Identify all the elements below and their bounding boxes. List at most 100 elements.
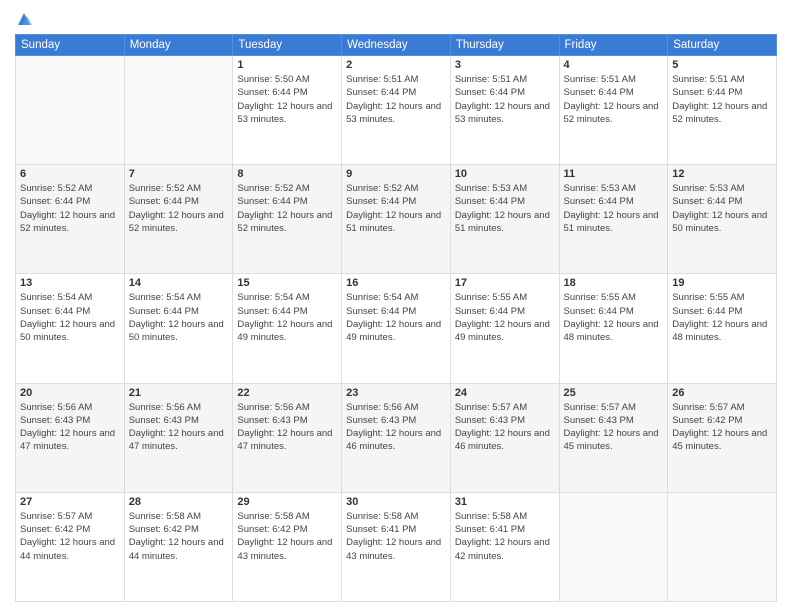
day-info: Sunrise: 5:56 AMSunset: 6:43 PMDaylight:… bbox=[129, 401, 229, 454]
calendar-week-row: 13 Sunrise: 5:54 AMSunset: 6:44 PMDayligh… bbox=[16, 274, 777, 383]
calendar-cell: 23 Sunrise: 5:56 AMSunset: 6:43 PMDayligh… bbox=[342, 383, 451, 492]
weekday-header-friday: Friday bbox=[559, 35, 668, 56]
day-number: 3 bbox=[455, 59, 555, 71]
day-number: 6 bbox=[20, 168, 120, 180]
day-info: Sunrise: 5:57 AMSunset: 6:42 PMDaylight:… bbox=[672, 401, 772, 454]
day-info: Sunrise: 5:51 AMSunset: 6:44 PMDaylight:… bbox=[672, 73, 772, 126]
day-number: 22 bbox=[237, 387, 337, 399]
calendar-table: SundayMondayTuesdayWednesdayThursdayFrid… bbox=[15, 34, 777, 602]
day-number: 13 bbox=[20, 277, 120, 289]
day-number: 5 bbox=[672, 59, 772, 71]
logo bbox=[15, 10, 37, 28]
day-info: Sunrise: 5:58 AMSunset: 6:42 PMDaylight:… bbox=[237, 510, 337, 563]
day-info: Sunrise: 5:51 AMSunset: 6:44 PMDaylight:… bbox=[346, 73, 446, 126]
calendar-cell: 18 Sunrise: 5:55 AMSunset: 6:44 PMDayligh… bbox=[559, 274, 668, 383]
day-info: Sunrise: 5:53 AMSunset: 6:44 PMDaylight:… bbox=[455, 182, 555, 235]
day-info: Sunrise: 5:52 AMSunset: 6:44 PMDaylight:… bbox=[20, 182, 120, 235]
weekday-header-wednesday: Wednesday bbox=[342, 35, 451, 56]
calendar-week-row: 20 Sunrise: 5:56 AMSunset: 6:43 PMDayligh… bbox=[16, 383, 777, 492]
day-number: 17 bbox=[455, 277, 555, 289]
day-info: Sunrise: 5:50 AMSunset: 6:44 PMDaylight:… bbox=[237, 73, 337, 126]
calendar-cell: 5 Sunrise: 5:51 AMSunset: 6:44 PMDaylight… bbox=[668, 56, 777, 165]
calendar-cell: 16Sunrise: 5:54 AMSunset: 6:44 PMDayligh… bbox=[342, 274, 451, 383]
calendar-cell: 10 Sunrise: 5:53 AMSunset: 6:44 PMDayligh… bbox=[450, 165, 559, 274]
day-info: Sunrise: 5:53 AMSunset: 6:44 PMDaylight:… bbox=[672, 182, 772, 235]
day-info: Sunrise: 5:55 AMSunset: 6:44 PMDaylight:… bbox=[455, 291, 555, 344]
calendar-cell: 7 Sunrise: 5:52 AMSunset: 6:44 PMDaylight… bbox=[124, 165, 233, 274]
day-info: Sunrise: 5:55 AMSunset: 6:44 PMDaylight:… bbox=[564, 291, 664, 344]
day-info: Sunrise: 5:58 AMSunset: 6:41 PMDaylight:… bbox=[455, 510, 555, 563]
calendar-cell: 31 Sunrise: 5:58 AMSunset: 6:41 PMDayligh… bbox=[450, 492, 559, 601]
calendar-cell: 6 Sunrise: 5:52 AMSunset: 6:44 PMDaylight… bbox=[16, 165, 125, 274]
calendar-cell: 3 Sunrise: 5:51 AMSunset: 6:44 PMDaylight… bbox=[450, 56, 559, 165]
calendar-cell bbox=[559, 492, 668, 601]
day-info: Sunrise: 5:58 AMSunset: 6:41 PMDaylight:… bbox=[346, 510, 446, 563]
calendar-cell: 24 Sunrise: 5:57 AMSunset: 6:43 PMDayligh… bbox=[450, 383, 559, 492]
calendar-cell: 13Sunrise: 5:54 AMSunset: 6:44 PMDayligh… bbox=[16, 274, 125, 383]
calendar-cell: 26 Sunrise: 5:57 AMSunset: 6:42 PMDayligh… bbox=[668, 383, 777, 492]
calendar-cell: 28 Sunrise: 5:58 AMSunset: 6:42 PMDayligh… bbox=[124, 492, 233, 601]
calendar-cell: 8Sunrise: 5:52 AMSunset: 6:44 PMDaylight… bbox=[233, 165, 342, 274]
day-number: 25 bbox=[564, 387, 664, 399]
day-number: 31 bbox=[455, 496, 555, 508]
day-number: 14 bbox=[129, 277, 229, 289]
calendar-cell: 14 Sunrise: 5:54 AMSunset: 6:44 PMDayligh… bbox=[124, 274, 233, 383]
day-info: Sunrise: 5:51 AMSunset: 6:44 PMDaylight:… bbox=[455, 73, 555, 126]
day-number: 11 bbox=[564, 168, 664, 180]
day-info: Sunrise: 5:55 AMSunset: 6:44 PMDaylight:… bbox=[672, 291, 772, 344]
day-info: Sunrise: 5:52 AMSunset: 6:44 PMDaylight:… bbox=[129, 182, 229, 235]
day-info: Sunrise: 5:52 AMSunset: 6:44 PMDaylight:… bbox=[237, 182, 337, 235]
calendar-cell: 11Sunrise: 5:53 AMSunset: 6:44 PMDayligh… bbox=[559, 165, 668, 274]
day-info: Sunrise: 5:57 AMSunset: 6:43 PMDaylight:… bbox=[564, 401, 664, 454]
day-number: 30 bbox=[346, 496, 446, 508]
weekday-header-thursday: Thursday bbox=[450, 35, 559, 56]
day-number: 20 bbox=[20, 387, 120, 399]
day-number: 19 bbox=[672, 277, 772, 289]
day-number: 1 bbox=[237, 59, 337, 71]
day-info: Sunrise: 5:54 AMSunset: 6:44 PMDaylight:… bbox=[129, 291, 229, 344]
day-info: Sunrise: 5:57 AMSunset: 6:43 PMDaylight:… bbox=[455, 401, 555, 454]
calendar-cell bbox=[124, 56, 233, 165]
logo-icon bbox=[15, 10, 33, 28]
calendar-cell: 2 Sunrise: 5:51 AMSunset: 6:44 PMDaylight… bbox=[342, 56, 451, 165]
calendar-cell: 27 Sunrise: 5:57 AMSunset: 6:42 PMDayligh… bbox=[16, 492, 125, 601]
day-number: 16 bbox=[346, 277, 446, 289]
day-number: 18 bbox=[564, 277, 664, 289]
day-number: 26 bbox=[672, 387, 772, 399]
day-info: Sunrise: 5:56 AMSunset: 6:43 PMDaylight:… bbox=[20, 401, 120, 454]
calendar-cell: 9Sunrise: 5:52 AMSunset: 6:44 PMDaylight… bbox=[342, 165, 451, 274]
day-info: Sunrise: 5:57 AMSunset: 6:42 PMDaylight:… bbox=[20, 510, 120, 563]
calendar-cell: 30 Sunrise: 5:58 AMSunset: 6:41 PMDayligh… bbox=[342, 492, 451, 601]
calendar-cell: 17 Sunrise: 5:55 AMSunset: 6:44 PMDayligh… bbox=[450, 274, 559, 383]
calendar-cell: 15Sunrise: 5:54 AMSunset: 6:44 PMDayligh… bbox=[233, 274, 342, 383]
weekday-header-sunday: Sunday bbox=[16, 35, 125, 56]
calendar-cell: 12Sunrise: 5:53 AMSunset: 6:44 PMDayligh… bbox=[668, 165, 777, 274]
calendar-cell: 4Sunrise: 5:51 AMSunset: 6:44 PMDaylight… bbox=[559, 56, 668, 165]
day-info: Sunrise: 5:58 AMSunset: 6:42 PMDaylight:… bbox=[129, 510, 229, 563]
calendar-week-row: 27 Sunrise: 5:57 AMSunset: 6:42 PMDayligh… bbox=[16, 492, 777, 601]
calendar-cell bbox=[668, 492, 777, 601]
calendar-cell: 19 Sunrise: 5:55 AMSunset: 6:44 PMDayligh… bbox=[668, 274, 777, 383]
header bbox=[15, 10, 777, 28]
weekday-header-tuesday: Tuesday bbox=[233, 35, 342, 56]
day-number: 28 bbox=[129, 496, 229, 508]
day-number: 29 bbox=[237, 496, 337, 508]
calendar-cell: 25 Sunrise: 5:57 AMSunset: 6:43 PMDayligh… bbox=[559, 383, 668, 492]
weekday-header-row: SundayMondayTuesdayWednesdayThursdayFrid… bbox=[16, 35, 777, 56]
day-number: 10 bbox=[455, 168, 555, 180]
day-number: 15 bbox=[237, 277, 337, 289]
weekday-header-monday: Monday bbox=[124, 35, 233, 56]
day-number: 2 bbox=[346, 59, 446, 71]
calendar-cell: 22Sunrise: 5:56 AMSunset: 6:43 PMDayligh… bbox=[233, 383, 342, 492]
calendar-cell bbox=[16, 56, 125, 165]
weekday-header-saturday: Saturday bbox=[668, 35, 777, 56]
day-info: Sunrise: 5:56 AMSunset: 6:43 PMDaylight:… bbox=[346, 401, 446, 454]
day-number: 27 bbox=[20, 496, 120, 508]
calendar-cell: 29 Sunrise: 5:58 AMSunset: 6:42 PMDayligh… bbox=[233, 492, 342, 601]
calendar-cell: 1 Sunrise: 5:50 AMSunset: 6:44 PMDaylight… bbox=[233, 56, 342, 165]
day-number: 4 bbox=[564, 59, 664, 71]
day-number: 23 bbox=[346, 387, 446, 399]
day-number: 24 bbox=[455, 387, 555, 399]
day-number: 21 bbox=[129, 387, 229, 399]
day-number: 7 bbox=[129, 168, 229, 180]
